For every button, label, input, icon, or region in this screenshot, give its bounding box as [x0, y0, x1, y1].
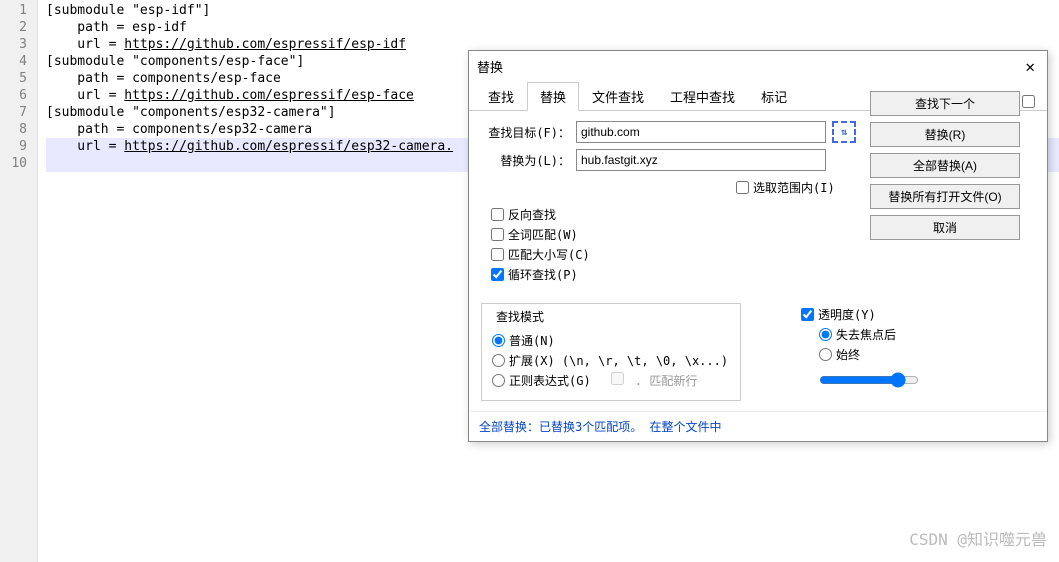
direction-checkbox[interactable] — [1022, 95, 1035, 108]
watermark: CSDN @知识噬元兽 — [909, 526, 1047, 550]
regex-radio[interactable] — [492, 374, 505, 387]
regex-label: 正则表达式(G) — [509, 372, 591, 389]
transparency-block: 透明度(Y) 失去焦点后 始终 — [801, 303, 919, 401]
find-next-button[interactable]: 查找下一个 — [870, 91, 1020, 116]
line-number-gutter: 1 2 3 4 5 6 7 8 9 10 — [0, 0, 38, 562]
transparency-slider[interactable] — [819, 372, 919, 388]
transparency-checkbox[interactable] — [801, 308, 814, 321]
always-radio[interactable] — [819, 348, 832, 361]
code-line: [submodule "esp-idf"] — [46, 2, 1059, 19]
swap-button[interactable]: ⇅ — [832, 121, 856, 143]
line-number: 5 — [0, 70, 37, 87]
find-what-input[interactable] — [576, 121, 826, 143]
url-link[interactable]: https://github.com/espressif/esp32-camer… — [124, 139, 453, 154]
status-message: 全部替换：已替换3个匹配项。 在整个文件中 — [469, 411, 1047, 441]
dialog-body: 查找下一个 替换(R) 全部替换(A) 替换所有打开文件(O) 取消 查找目标(… — [469, 111, 1047, 411]
in-selection-checkbox[interactable] — [736, 181, 749, 194]
extended-radio[interactable] — [492, 354, 505, 367]
replace-button[interactable]: 替换(R) — [870, 122, 1020, 147]
replace-all-button[interactable]: 全部替换(A) — [870, 153, 1020, 178]
dot-newline-label: . 匹配新行 — [635, 374, 697, 388]
button-column: 查找下一个 替换(R) 全部替换(A) 替换所有打开文件(O) 取消 — [870, 91, 1035, 246]
code-line: path = esp-idf — [46, 19, 1059, 36]
whole-word-label: 全词匹配(W) — [508, 226, 578, 243]
search-mode-fieldset: 查找模式 普通(N) 扩展(X) (\n, \r, \t, \0, \x...)… — [481, 303, 741, 401]
line-number: 2 — [0, 19, 37, 36]
line-number: 8 — [0, 121, 37, 138]
backward-checkbox[interactable] — [491, 208, 504, 221]
always-label: 始终 — [836, 346, 860, 363]
match-case-checkbox[interactable] — [491, 248, 504, 261]
on-lose-focus-radio[interactable] — [819, 328, 832, 341]
url-link[interactable]: https://github.com/espressif/esp-face — [124, 88, 414, 103]
normal-radio[interactable] — [492, 334, 505, 347]
replace-with-input[interactable] — [576, 149, 826, 171]
search-mode-title: 查找模式 — [492, 308, 548, 325]
line-number: 4 — [0, 53, 37, 70]
line-number: 7 — [0, 104, 37, 121]
wrap-label: 循环查找(P) — [508, 266, 578, 283]
tab-mark[interactable]: 标记 — [748, 82, 800, 111]
match-case-label: 匹配大小写(C) — [508, 246, 590, 263]
line-number: 10 — [0, 155, 37, 172]
tab-find[interactable]: 查找 — [475, 82, 527, 111]
cancel-button[interactable]: 取消 — [870, 215, 1020, 240]
on-lose-focus-label: 失去焦点后 — [836, 326, 896, 343]
line-number: 3 — [0, 36, 37, 53]
whole-word-checkbox[interactable] — [491, 228, 504, 241]
replace-dialog: 替换 ✕ 查找 替换 文件查找 工程中查找 标记 查找下一个 替换(R) 全部替… — [468, 50, 1048, 442]
extended-label: 扩展(X) (\n, \r, \t, \0, \x...) — [509, 352, 728, 369]
close-icon[interactable]: ✕ — [1021, 57, 1039, 76]
normal-label: 普通(N) — [509, 332, 555, 349]
in-selection-label: 选取范围内(I) — [753, 179, 835, 196]
tab-find-in-files[interactable]: 文件查找 — [579, 82, 657, 111]
replace-all-open-button[interactable]: 替换所有打开文件(O) — [870, 184, 1020, 209]
find-what-label: 查找目标(F)： — [481, 124, 576, 141]
backward-label: 反向查找 — [508, 206, 556, 223]
wrap-checkbox[interactable] — [491, 268, 504, 281]
tab-replace[interactable]: 替换 — [527, 82, 579, 111]
url-link[interactable]: https://github.com/espressif/esp-idf — [124, 37, 406, 52]
line-number: 9 — [0, 138, 37, 155]
tab-find-in-projects[interactable]: 工程中查找 — [657, 82, 748, 111]
dialog-titlebar[interactable]: 替换 ✕ — [469, 51, 1047, 82]
dialog-title: 替换 — [477, 57, 503, 76]
line-number: 1 — [0, 2, 37, 19]
dot-newline-checkbox — [611, 372, 624, 385]
line-number: 6 — [0, 87, 37, 104]
replace-with-label: 替换为(L)： — [481, 152, 576, 169]
transparency-label: 透明度(Y) — [818, 306, 876, 323]
